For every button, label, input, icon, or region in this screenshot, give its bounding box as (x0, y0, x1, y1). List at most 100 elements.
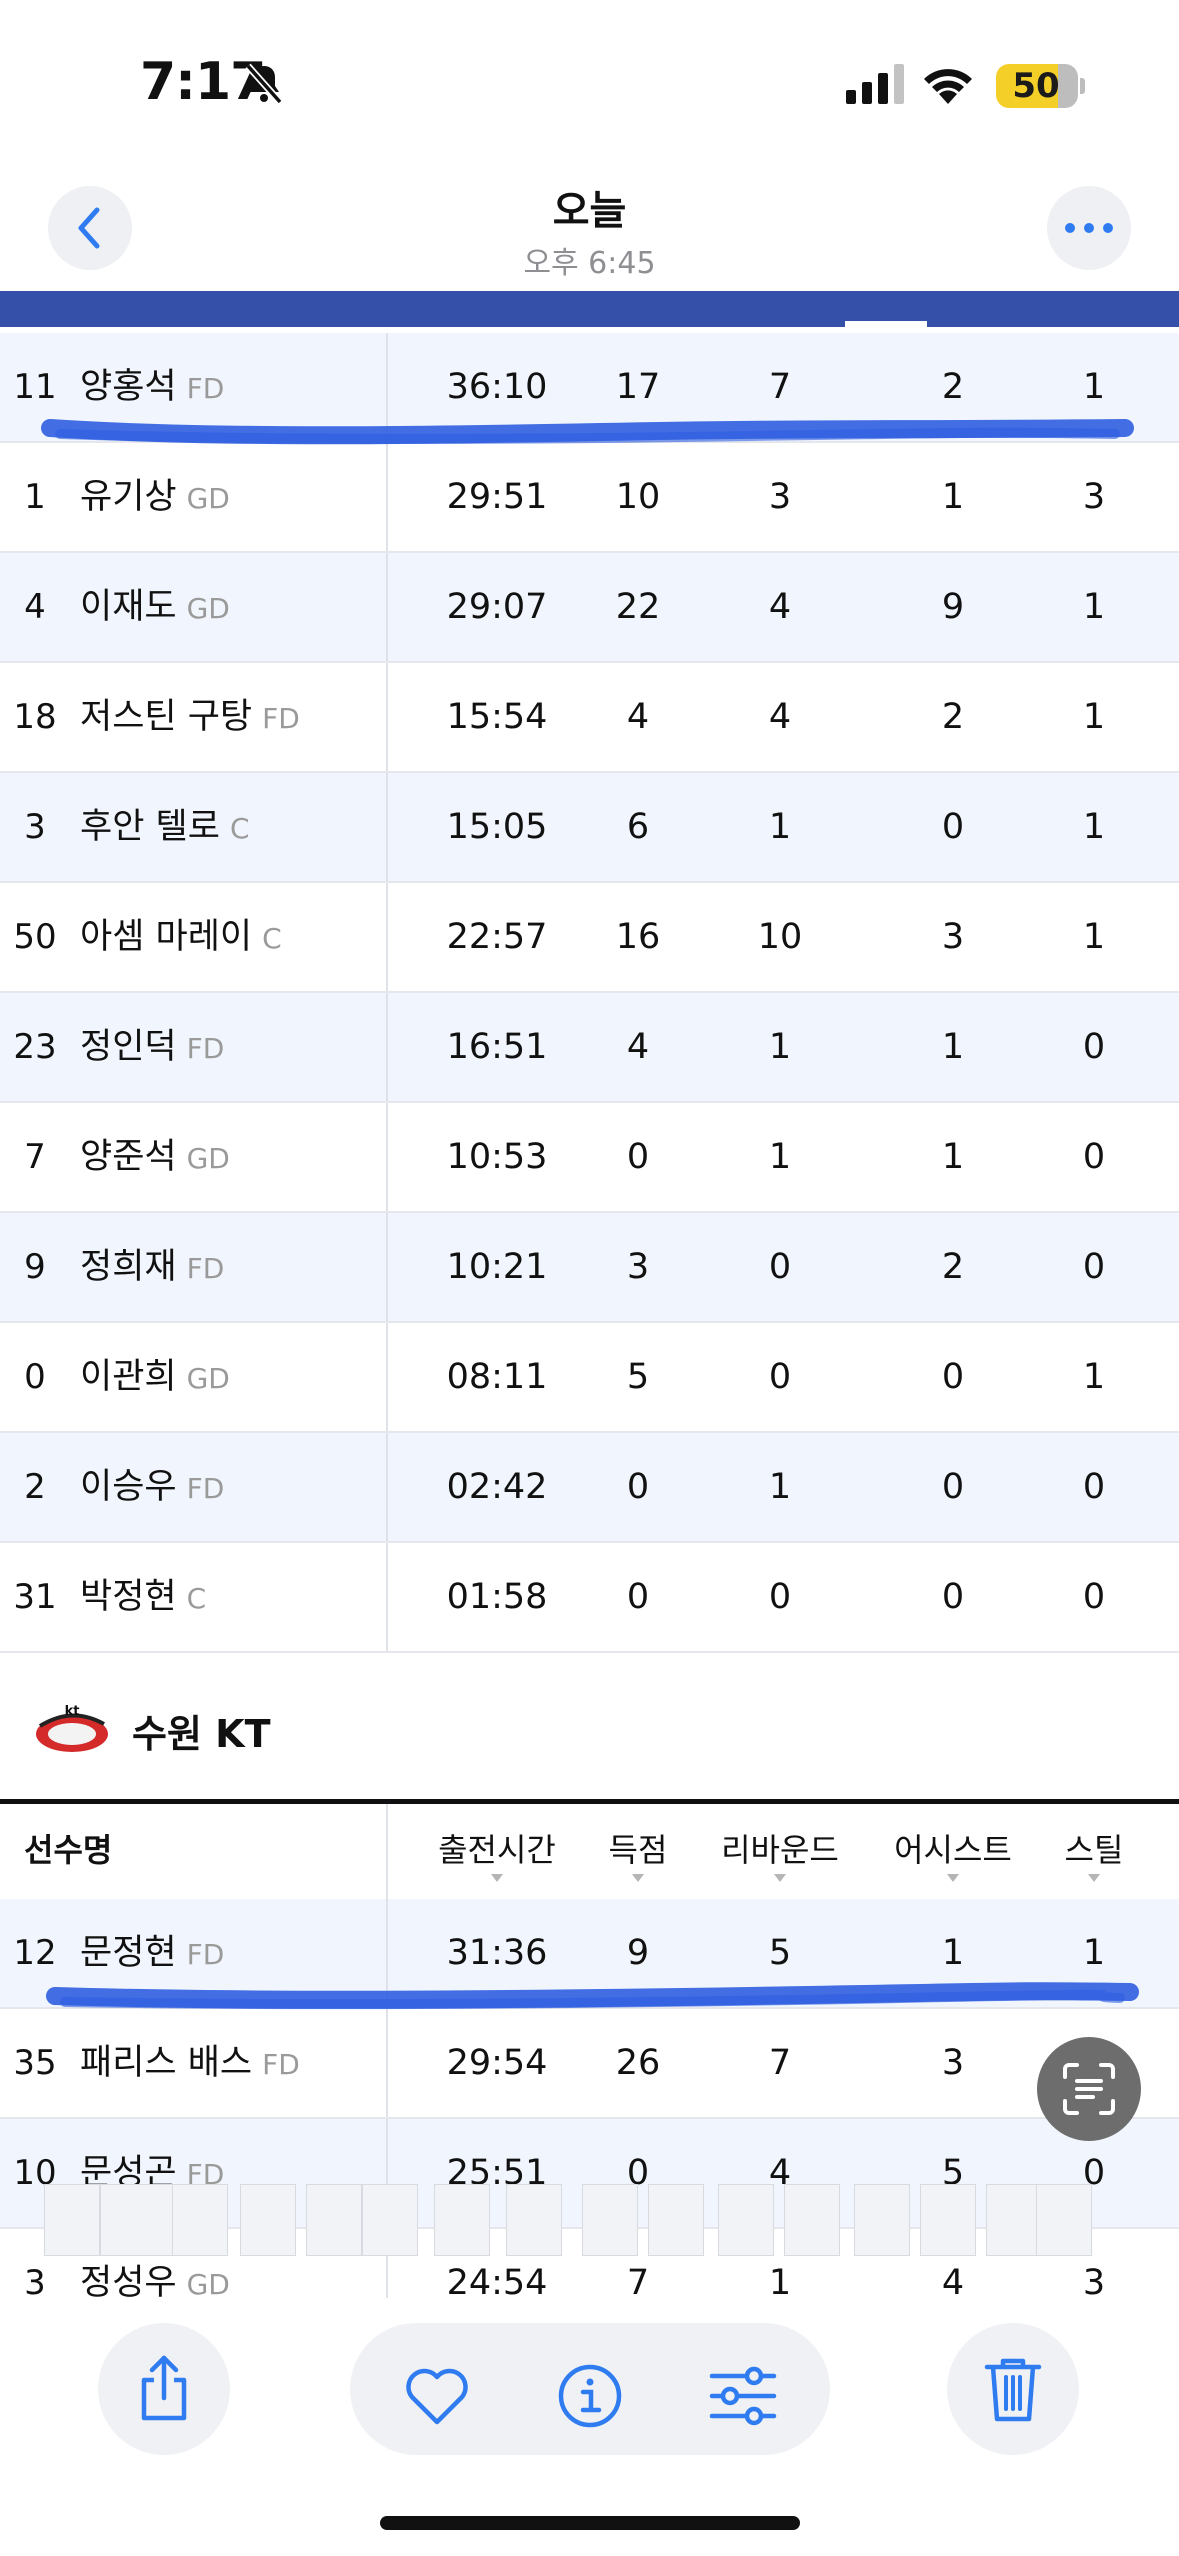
points-cell: 16 (615, 917, 661, 957)
photo-thumbnail[interactable] (240, 2184, 296, 2256)
kt-sonicboom-logo: kt (36, 1704, 108, 1752)
minutes-cell: 16:51 (446, 1027, 548, 1067)
player-name[interactable]: 후안 텔로 C (80, 773, 250, 883)
photo-thumbnail[interactable] (648, 2184, 704, 2256)
player-name[interactable]: 이승우 FD (80, 1433, 224, 1543)
team-header: kt 수원 KT (32, 1700, 271, 1760)
tab-indicator (845, 321, 927, 327)
favorite-button[interactable] (402, 2361, 472, 2431)
assists-cell: 2 (941, 1247, 965, 1287)
photo-thumbnail[interactable] (434, 2184, 490, 2256)
header-steals[interactable]: 스틸 (1044, 1804, 1144, 1896)
rebounds-cell: 0 (768, 1577, 792, 1617)
photo-thumbnail[interactable] (172, 2184, 228, 2256)
highlight-scribble (41, 419, 1134, 445)
player-name[interactable]: 패리스 배스 FD (80, 2009, 300, 2119)
rebounds-cell: 4 (768, 587, 792, 627)
top-player-table: 11 양홍석 FD 36:10 17 7 2 1 1 유기상 GD 29:51 10 3 1 3 4 이재도 GD 2… (0, 333, 1179, 1653)
header-assists[interactable]: 어시스트 (880, 1804, 1026, 1896)
header-points[interactable]: 득점 (588, 1804, 688, 1896)
rebounds-cell: 10 (757, 917, 803, 957)
assists-cell: 2 (941, 697, 965, 737)
photo-thumbnail[interactable] (306, 2184, 362, 2256)
status-bar: 7:17 50 (0, 0, 1179, 170)
column-divider (386, 1323, 388, 1431)
assists-cell: 9 (941, 587, 965, 627)
player-name-text: 문정현 (80, 1933, 177, 1973)
photo-thumbnail[interactable] (784, 2184, 840, 2256)
player-name[interactable]: 아셈 마레이 C (80, 883, 282, 993)
battery-empty (1058, 64, 1078, 108)
player-position: GD (186, 592, 230, 625)
player-name[interactable]: 정희재 FD (80, 1213, 224, 1323)
trash-icon (984, 2358, 1042, 2422)
home-indicator[interactable] (380, 2516, 800, 2530)
photo-thumbnail[interactable] (920, 2184, 976, 2256)
steals-cell: 0 (1082, 1467, 1106, 1507)
rebounds-cell: 0 (768, 1247, 792, 1287)
player-name[interactable]: 박정현 C (80, 1543, 206, 1653)
player-name-text: 정인덕 (80, 1027, 177, 1067)
player-name[interactable]: 유기상 GD (80, 443, 230, 553)
points-cell: 22 (615, 587, 661, 627)
photo-thumbnail[interactable] (1036, 2184, 1092, 2256)
adjust-icon (709, 2366, 777, 2426)
steals-cell: 1 (1082, 587, 1106, 627)
assists-cell: 1 (941, 1027, 965, 1067)
header-minutes[interactable]: 출전시간 (417, 1804, 577, 1896)
player-name[interactable]: 저스틴 구탕 FD (80, 663, 300, 773)
photo-thumbnail[interactable] (362, 2184, 418, 2256)
rebounds-cell: 1 (768, 1467, 792, 1507)
header-player-name[interactable]: 선수명 (24, 1804, 112, 1896)
photo-thumbnail[interactable] (718, 2184, 774, 2256)
highlight-scribble-2 (46, 1982, 1139, 2010)
player-position: FD (186, 372, 225, 405)
player-position: C (262, 922, 282, 955)
player-position: FD (186, 1472, 225, 1505)
photo-thumbnail[interactable] (854, 2184, 910, 2256)
jersey-number: 2 (24, 1467, 46, 1507)
photo-thumbnail[interactable] (506, 2184, 562, 2256)
steals-cell: 0 (1082, 1137, 1106, 1177)
info-button[interactable] (555, 2361, 625, 2431)
jersey-number: 1 (24, 477, 46, 517)
tab-strip (0, 291, 1179, 327)
player-name-text: 박정현 (80, 1577, 177, 1617)
photo-filmstrip[interactable] (44, 2176, 1092, 2262)
player-name[interactable]: 이관희 GD (80, 1323, 230, 1433)
player-name-text: 유기상 (80, 477, 177, 517)
adjust-button[interactable] (708, 2361, 778, 2431)
player-name-text: 정희재 (80, 1247, 177, 1287)
header-rebounds[interactable]: 리바운드 (710, 1804, 850, 1896)
player-name[interactable]: 정인덕 FD (80, 993, 224, 1103)
points-cell: 0 (626, 1577, 650, 1617)
share-button[interactable] (98, 2323, 230, 2455)
table-row: 1 유기상 GD 29:51 10 3 1 3 (0, 443, 1179, 553)
jersey-number: 18 (13, 697, 57, 737)
steals-cell: 1 (1082, 697, 1106, 737)
assists-cell: 0 (941, 1467, 965, 1507)
minutes-cell: 10:21 (446, 1247, 548, 1287)
rebounds-cell: 1 (768, 1137, 792, 1177)
page-title: 오늘 (552, 188, 627, 234)
rebounds-cell: 7 (768, 2043, 792, 2083)
minutes-cell: 15:05 (446, 807, 548, 847)
bell-slash-icon (245, 63, 283, 105)
assists-cell: 3 (941, 2043, 965, 2083)
points-cell: 0 (626, 1467, 650, 1507)
more-button[interactable] (1047, 186, 1131, 270)
wifi-icon (924, 69, 972, 104)
table-row: 50 아셈 마레이 C 22:57 16 10 3 1 (0, 883, 1179, 993)
column-divider (386, 553, 388, 661)
jersey-number: 0 (24, 1357, 46, 1397)
live-text-button[interactable] (1037, 2037, 1141, 2141)
player-name[interactable]: 양준석 GD (80, 1103, 230, 1213)
photo-thumbnail[interactable] (44, 2184, 100, 2256)
photo-thumbnail[interactable] (582, 2184, 638, 2256)
minutes-cell: 22:57 (446, 917, 548, 957)
player-position: FD (186, 1252, 225, 1285)
photo-thumbnail[interactable] (986, 2184, 1042, 2256)
column-divider (386, 1213, 388, 1321)
player-name[interactable]: 이재도 GD (80, 553, 230, 663)
delete-button[interactable] (947, 2323, 1079, 2455)
